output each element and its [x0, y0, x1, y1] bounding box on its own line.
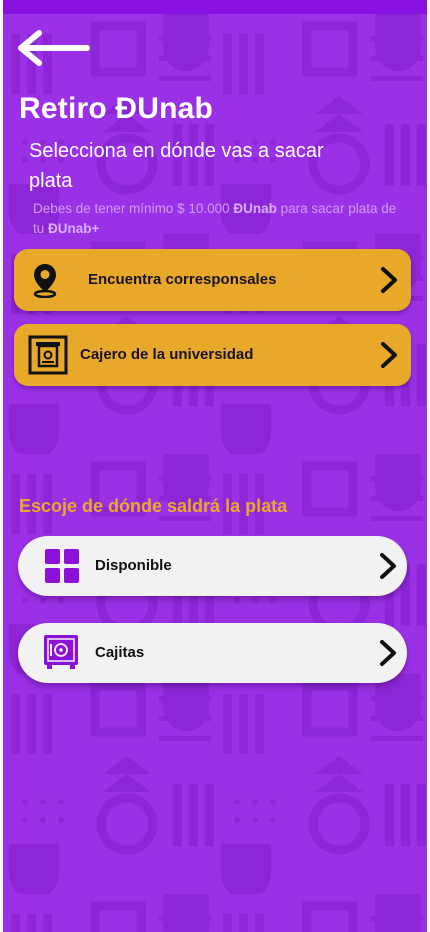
chevron-right-icon — [380, 640, 396, 666]
page-subtitle: Selecciona en dónde vas a sacar plata — [29, 140, 324, 192]
cajitas-label: Cajitas — [95, 644, 145, 661]
back-arrow-icon[interactable] — [17, 30, 91, 66]
app-screen: Retiro ĐUnab Selecciona en dónde vas a s… — [3, 0, 427, 932]
source-section-title: Escoje de dónde saldrá la plata — [19, 496, 288, 516]
grid-icon — [45, 549, 79, 583]
page-title: Retiro ĐUnab — [19, 92, 214, 125]
note-prefix: Debes de tener mínimo $ 10.000 — [33, 201, 230, 216]
cajitas-button[interactable]: Cajitas — [18, 623, 407, 683]
minimum-balance-note: Debes de tener mínimo $ 10.000 ĐUnab par… — [33, 199, 408, 239]
status-bar — [3, 0, 427, 14]
chevron-right-icon — [381, 342, 397, 368]
safe-icon — [44, 635, 78, 669]
chevron-right-icon — [381, 267, 397, 293]
note-brand-plus: ĐUnab+ — [48, 221, 100, 236]
chevron-right-icon — [380, 553, 396, 579]
find-correspondents-button[interactable]: Encuentra corresponsales — [14, 249, 411, 311]
university-atm-button[interactable]: Cajero de la universidad — [14, 324, 411, 386]
available-balance-label: Disponible — [95, 557, 172, 574]
location-pin-icon — [33, 264, 57, 298]
atm-icon — [28, 335, 68, 375]
university-atm-label: Cajero de la universidad — [80, 346, 254, 363]
available-balance-button[interactable]: Disponible — [18, 536, 407, 596]
note-brand: ĐUnab — [233, 201, 277, 216]
find-correspondents-label: Encuentra corresponsales — [88, 271, 277, 288]
